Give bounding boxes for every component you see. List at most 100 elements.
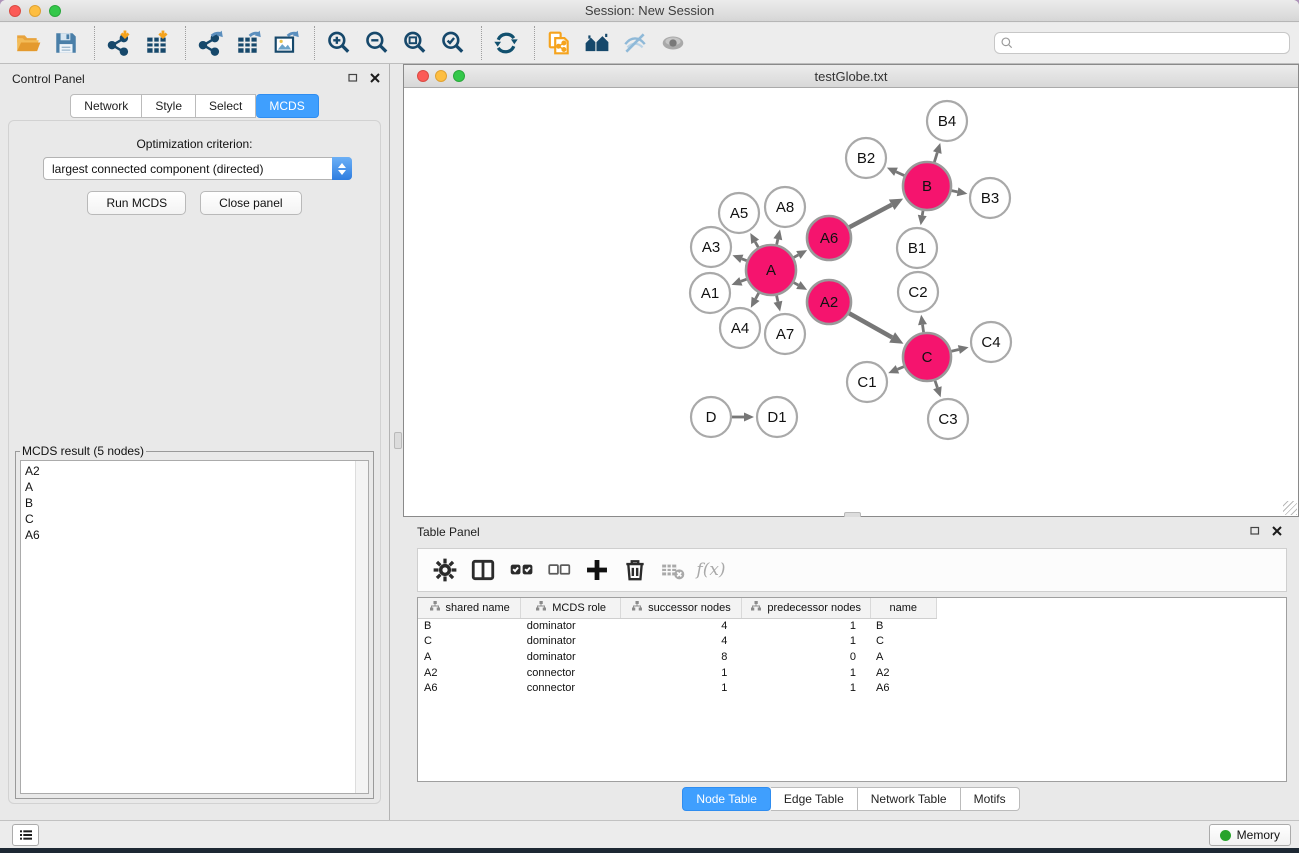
cell-successor-nodes[interactable]: 1 xyxy=(621,665,742,681)
close-table-panel-icon[interactable] xyxy=(1271,524,1283,542)
node-A5[interactable]: A5 xyxy=(719,193,759,233)
tab-mcds[interactable]: MCDS xyxy=(256,94,318,118)
mcds-result-item[interactable]: A2 xyxy=(25,463,368,479)
search-input[interactable] xyxy=(994,32,1290,54)
cell-MCDS-role[interactable]: dominator xyxy=(521,649,621,665)
manage-networks-icon[interactable] xyxy=(542,26,576,60)
show-all-icon[interactable] xyxy=(656,26,690,60)
tab-style[interactable]: Style xyxy=(142,94,196,118)
float-table-panel-icon[interactable] xyxy=(1249,524,1261,542)
cell-MCDS-role[interactable]: dominator xyxy=(521,618,621,634)
edge-A-A4[interactable] xyxy=(751,293,760,308)
node-A6[interactable]: A6 xyxy=(807,216,851,260)
node-A3[interactable]: A3 xyxy=(691,227,731,267)
node-D[interactable]: D xyxy=(691,397,731,437)
home-icon[interactable] xyxy=(580,26,614,60)
columns-icon[interactable] xyxy=(464,553,502,587)
import-network-icon[interactable] xyxy=(102,26,136,60)
close-panel-icon[interactable] xyxy=(369,71,381,89)
resize-grip-icon[interactable] xyxy=(1283,501,1297,515)
select-all-icon[interactable] xyxy=(502,553,540,587)
export-network-icon[interactable] xyxy=(193,26,227,60)
vertical-splitter-grip[interactable] xyxy=(394,432,402,449)
column-header-shared-name[interactable]: shared name xyxy=(418,598,521,618)
edge-A-A5[interactable] xyxy=(750,233,759,247)
cell-MCDS-role[interactable]: connector xyxy=(521,665,621,681)
table-row[interactable]: Bdominator41B xyxy=(418,618,1286,634)
table-row[interactable]: A6connector11A6 xyxy=(418,680,1286,696)
cell-predecessor-nodes[interactable]: 0 xyxy=(741,649,870,665)
cell-shared-name[interactable]: C xyxy=(418,634,521,650)
table-row[interactable]: A2connector11A2 xyxy=(418,665,1286,681)
task-history-button[interactable] xyxy=(12,824,39,846)
cell-MCDS-role[interactable]: connector xyxy=(521,680,621,696)
edge-C-C4[interactable] xyxy=(951,345,968,354)
node-D1[interactable]: D1 xyxy=(757,397,797,437)
export-table-icon[interactable] xyxy=(231,26,265,60)
edge-B-B1[interactable] xyxy=(918,211,927,226)
cell-predecessor-nodes[interactable]: 1 xyxy=(741,680,870,696)
save-session-icon[interactable] xyxy=(49,26,83,60)
open-file-icon[interactable] xyxy=(11,26,45,60)
table-row[interactable]: Cdominator41C xyxy=(418,634,1286,650)
node-A1[interactable]: A1 xyxy=(690,273,730,313)
node-B4[interactable]: B4 xyxy=(927,101,967,141)
cell-name[interactable]: A6 xyxy=(870,680,936,696)
edge-A-A3[interactable] xyxy=(732,255,746,263)
edge-C-C1[interactable] xyxy=(888,365,904,373)
cell-name[interactable]: A2 xyxy=(870,665,936,681)
delete-row-icon[interactable] xyxy=(616,553,654,587)
close-panel-button[interactable]: Close panel xyxy=(200,191,301,215)
node-C[interactable]: C xyxy=(903,333,951,381)
edge-A6-B[interactable] xyxy=(849,199,903,228)
cell-successor-nodes[interactable]: 4 xyxy=(621,634,742,650)
mcds-result-item[interactable]: C xyxy=(25,511,368,527)
node-C2[interactable]: C2 xyxy=(898,272,938,312)
edge-C-C2[interactable] xyxy=(918,315,927,332)
edge-A-A7[interactable] xyxy=(774,295,783,311)
edge-C-C3[interactable] xyxy=(933,381,942,398)
memory-button[interactable]: Memory xyxy=(1209,824,1291,846)
tab-select[interactable]: Select xyxy=(196,94,256,118)
deselect-all-icon[interactable] xyxy=(540,553,578,587)
cell-predecessor-nodes[interactable]: 1 xyxy=(741,634,870,650)
refresh-icon[interactable] xyxy=(489,26,523,60)
cell-shared-name[interactable]: B xyxy=(418,618,521,634)
cell-successor-nodes[interactable]: 1 xyxy=(621,680,742,696)
cell-shared-name[interactable]: A xyxy=(418,649,521,665)
node-C4[interactable]: C4 xyxy=(971,322,1011,362)
table-settings-icon[interactable] xyxy=(426,553,464,587)
edge-A-A1[interactable] xyxy=(732,277,747,285)
criterion-dropdown[interactable]: largest connected component (directed) xyxy=(43,157,352,180)
table-row[interactable]: Adominator80A xyxy=(418,649,1286,665)
mcds-list-scrollbar[interactable] xyxy=(355,461,368,793)
zoom-fit-icon[interactable] xyxy=(398,26,432,60)
edge-A-A2[interactable] xyxy=(794,281,807,290)
cell-successor-nodes[interactable]: 4 xyxy=(621,618,742,634)
column-header-predecessor-nodes[interactable]: predecessor nodes xyxy=(741,598,870,618)
zoom-out-icon[interactable] xyxy=(360,26,394,60)
tab-motifs[interactable]: Motifs xyxy=(961,787,1020,811)
hide-selected-icon[interactable] xyxy=(618,26,652,60)
node-A[interactable]: A xyxy=(746,245,796,295)
node-C3[interactable]: C3 xyxy=(928,399,968,439)
mcds-result-item[interactable]: B xyxy=(25,495,368,511)
node-B1[interactable]: B1 xyxy=(897,228,937,268)
tab-network-table[interactable]: Network Table xyxy=(858,787,961,811)
add-row-icon[interactable] xyxy=(578,553,616,587)
column-header-MCDS-role[interactable]: MCDS role xyxy=(521,598,621,618)
column-header-name[interactable]: name xyxy=(870,598,936,618)
run-mcds-button[interactable]: Run MCDS xyxy=(87,191,186,215)
cell-MCDS-role[interactable]: dominator xyxy=(521,634,621,650)
node-B[interactable]: B xyxy=(903,162,951,210)
import-table-icon[interactable] xyxy=(140,26,174,60)
cell-predecessor-nodes[interactable]: 1 xyxy=(741,665,870,681)
mcds-result-item[interactable]: A xyxy=(25,479,368,495)
node-B3[interactable]: B3 xyxy=(970,178,1010,218)
edge-D-D1[interactable] xyxy=(732,413,754,422)
node-A7[interactable]: A7 xyxy=(765,314,805,354)
cell-name[interactable]: C xyxy=(870,634,936,650)
edge-A-A8[interactable] xyxy=(773,229,782,244)
tab-network[interactable]: Network xyxy=(70,94,142,118)
column-header-successor-nodes[interactable]: successor nodes xyxy=(621,598,742,618)
